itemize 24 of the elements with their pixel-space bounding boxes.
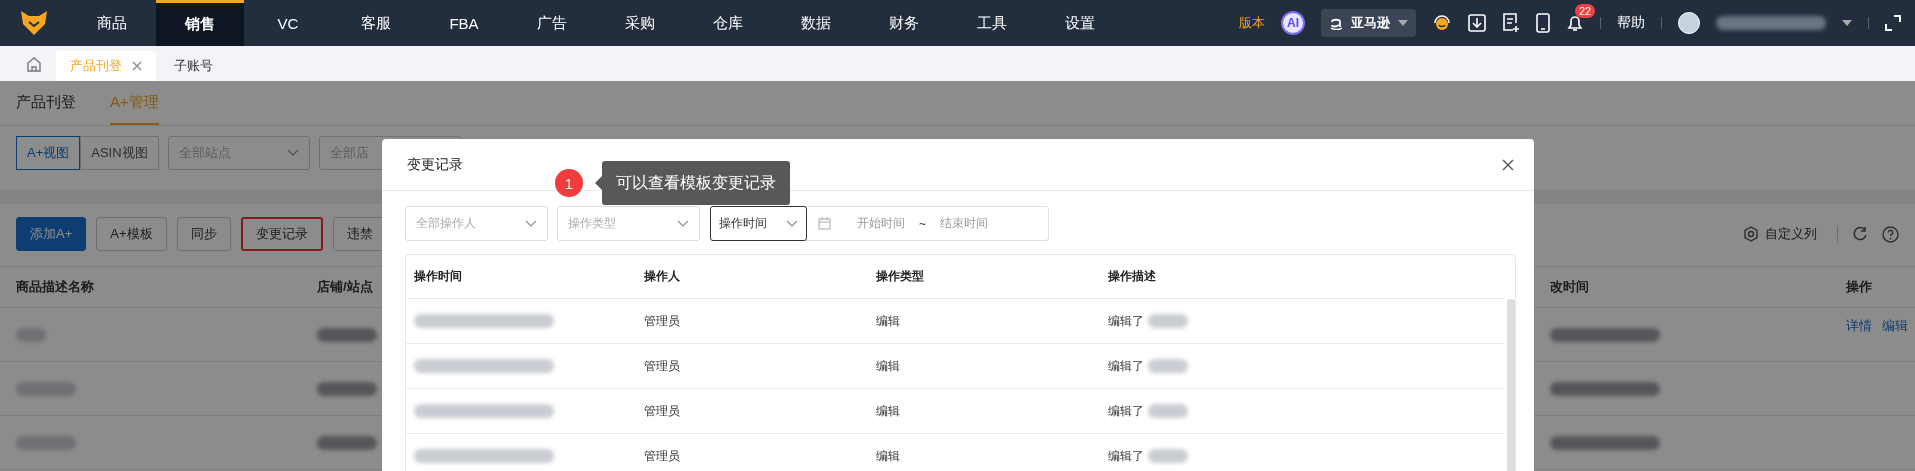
tooltip: 可以查看模板变更记录 <box>595 161 790 205</box>
column-header: 改时间 <box>1549 278 1590 296</box>
table-cell-text: 编辑 <box>876 447 901 465</box>
table-cell: 编辑了 <box>1108 447 1144 465</box>
table-cell-text: 管理员 <box>644 312 681 330</box>
table-cell-text: 编辑 <box>876 312 901 330</box>
table-cell-text: 编辑 <box>876 402 901 420</box>
table-cell: 编辑了 <box>1108 402 1144 420</box>
table-cell-text: 管理员 <box>644 402 681 420</box>
column-header: 操作时间 <box>414 268 463 285</box>
range-separator: ~ <box>919 216 926 231</box>
column-header: 操作人 <box>644 268 681 285</box>
table-cell-text: 管理员 <box>644 447 681 465</box>
column-header: 操作类型 <box>876 268 925 285</box>
column-header: 商品描述名称 <box>16 278 95 296</box>
column-header: 店铺/站点 <box>317 278 374 296</box>
table-cell: 编辑了 <box>1108 312 1144 330</box>
notification-badge: 22 <box>1575 4 1596 18</box>
column-header: 操作描述 <box>1108 268 1157 285</box>
table-cell-text: 管理员 <box>644 357 681 375</box>
table-cell: 编辑了 <box>1108 357 1144 375</box>
table-cell-text: 编辑 <box>876 357 901 375</box>
column-header: 操作 <box>1846 278 1873 296</box>
dialog-title: 变更记录 <box>407 155 463 174</box>
